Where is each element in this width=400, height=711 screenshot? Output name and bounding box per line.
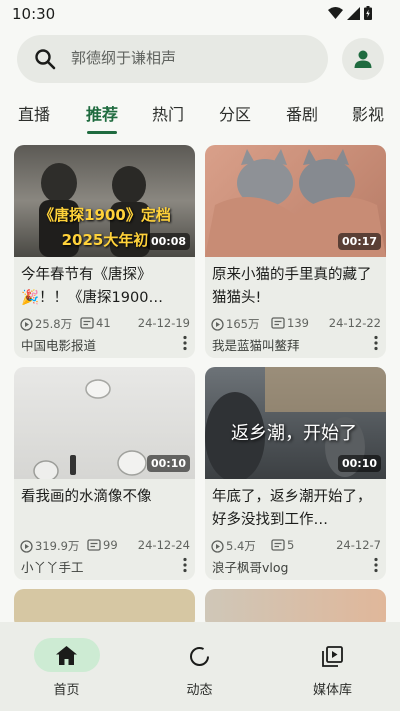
video-duration: 00:10: [337, 455, 381, 472]
video-card[interactable]: 00:17 原来小猫的手里真的藏了猫猫头! 165万 139 24-12-22 …: [205, 145, 386, 358]
bottom-navigation: 首页 动态 媒体库: [0, 622, 400, 711]
tab-anime[interactable]: 番剧: [286, 101, 318, 125]
video-card[interactable]: 《唐探1900》定档 2025大年初 00:08 今年春节有《唐探》🎉！！《唐探…: [14, 145, 195, 358]
person-icon: [354, 50, 372, 68]
uploader-name[interactable]: 浪子枫哥vlog: [212, 557, 288, 576]
video-stats: 165万 139 24-12-22: [211, 316, 381, 332]
category-tabs: 直播 推荐 热门 分区 番剧 影视: [0, 98, 400, 138]
battery-icon: [364, 6, 372, 20]
video-card[interactable]: 返乡潮，开始了 00:10 年底了，返乡潮开始了，好多没找到工作… 5.4万 5…: [205, 367, 386, 580]
tab-trending[interactable]: 热门: [152, 101, 184, 125]
uploader-name[interactable]: 小丫丫手工: [21, 557, 84, 576]
upload-date: 24-12-22: [328, 316, 381, 330]
danmaku-count: 139: [271, 316, 309, 330]
video-duration: 00:17: [337, 233, 381, 250]
status-icons: [328, 6, 372, 20]
tab-recommended[interactable]: 推荐: [86, 101, 118, 125]
nav-library[interactable]: 媒体库: [266, 622, 399, 711]
video-stats: 319.9万 99 24-12-24: [20, 538, 190, 554]
nav-feed[interactable]: 动态: [133, 622, 266, 711]
thumbnail-caption: 返乡潮，开始了: [231, 423, 357, 444]
danmaku-count: 41: [80, 316, 111, 330]
video-title[interactable]: 今年春节有《唐探》🎉！！《唐探1900…: [21, 264, 189, 310]
video-title[interactable]: 看我画的水滴像不像: [21, 486, 189, 509]
search-input[interactable]: [71, 49, 311, 67]
video-duration: 00:08: [146, 233, 190, 250]
danmaku-icon: [271, 539, 285, 551]
play-count-icon: [211, 539, 224, 553]
video-thumbnail[interactable]: 返乡潮，开始了 00:10: [205, 367, 386, 479]
search-bar[interactable]: [17, 35, 328, 83]
video-thumbnail[interactable]: 《唐探1900》定档 2025大年初 00:08: [14, 145, 195, 257]
tab-categories[interactable]: 分区: [219, 101, 251, 125]
play-count-icon: [211, 317, 224, 331]
nav-label: 媒体库: [312, 683, 352, 698]
video-thumbnail[interactable]: 00:10: [14, 367, 195, 479]
search-icon: [35, 49, 56, 70]
nav-home[interactable]: 首页: [0, 622, 133, 711]
view-count: 5.4万: [211, 538, 256, 554]
upload-date: 24-12-24: [137, 538, 190, 552]
uploader-name[interactable]: 我是蓝猫叫鳌拜: [212, 335, 300, 354]
upload-date: 24-12-7: [336, 538, 381, 552]
wifi-icon: [328, 7, 343, 19]
status-bar: 10:30: [0, 0, 400, 30]
video-title[interactable]: 原来小猫的手里真的藏了猫猫头!: [212, 264, 380, 310]
video-stats: 5.4万 5 24-12-7: [211, 538, 381, 554]
danmaku-icon: [271, 317, 285, 329]
video-title[interactable]: 年底了，返乡潮开始了，好多没找到工作…: [212, 486, 380, 532]
status-time: 10:30: [12, 5, 56, 23]
video-thumbnail[interactable]: 00:17: [205, 145, 386, 257]
play-count-icon: [20, 317, 33, 331]
active-tab-indicator: [87, 131, 117, 134]
upload-date: 24-12-19: [137, 316, 190, 330]
view-count: 165万: [211, 316, 259, 332]
more-options-icon[interactable]: [178, 556, 192, 574]
more-options-icon[interactable]: [178, 334, 192, 352]
more-options-icon[interactable]: [369, 556, 383, 574]
danmaku-icon: [80, 317, 94, 329]
video-duration: 00:10: [146, 455, 190, 472]
home-icon: [56, 646, 77, 665]
nav-label: 首页: [53, 683, 80, 698]
video-card[interactable]: 00:10 看我画的水滴像不像 319.9万 99 24-12-24 小丫丫手工: [14, 367, 195, 580]
danmaku-icon: [87, 539, 101, 551]
more-options-icon[interactable]: [369, 334, 383, 352]
view-count: 319.9万: [20, 538, 79, 554]
account-button[interactable]: [342, 38, 384, 80]
video-stats: 25.8万 41 24-12-19: [20, 316, 190, 332]
danmaku-count: 5: [271, 538, 294, 552]
signal-icon: [347, 6, 360, 20]
uploader-name[interactable]: 中国电影报道: [21, 335, 96, 354]
tab-movies[interactable]: 影视: [352, 101, 384, 125]
view-count: 25.8万: [20, 316, 72, 332]
play-count-icon: [20, 539, 33, 553]
refresh-icon: [190, 647, 209, 666]
danmaku-count: 99: [87, 538, 118, 552]
tab-live[interactable]: 直播: [18, 101, 50, 125]
library-icon: [322, 646, 343, 667]
nav-label: 动态: [186, 683, 213, 698]
